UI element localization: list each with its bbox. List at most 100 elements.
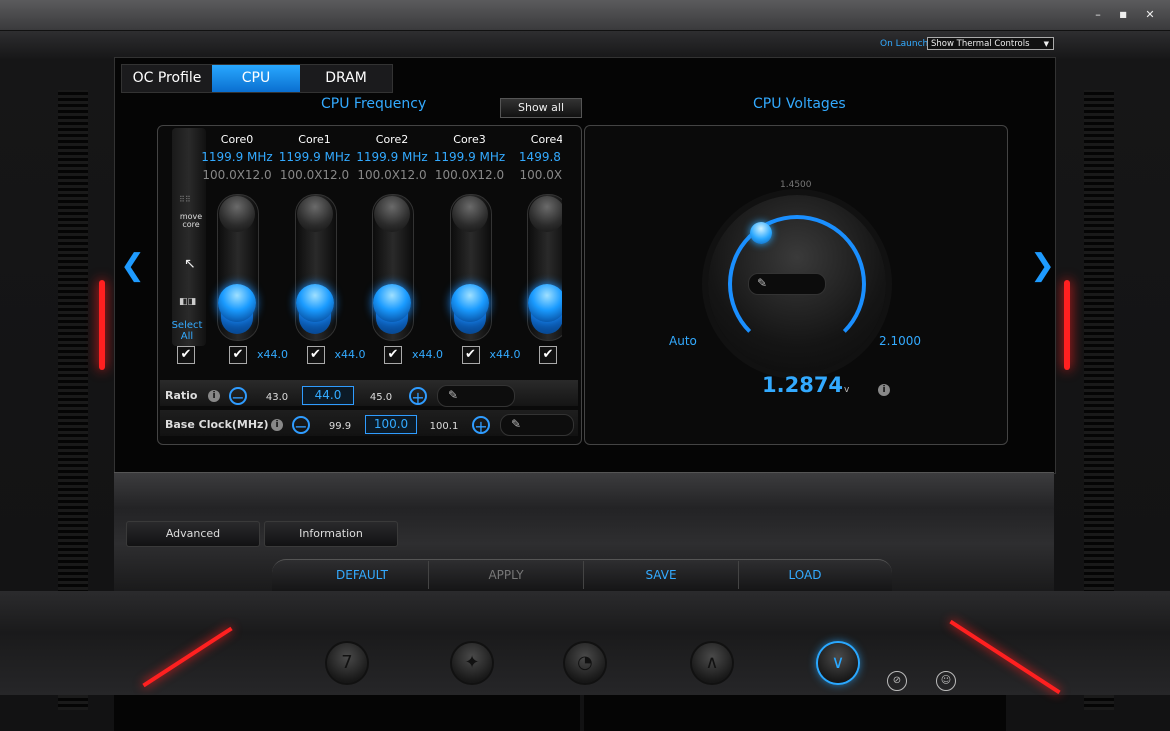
save-button[interactable]: SAVE (585, 559, 737, 591)
close-button[interactable]: ✕ (1140, 6, 1160, 24)
core-name: Core1 (298, 133, 331, 146)
advanced-button[interactable]: Advanced (126, 521, 260, 547)
core-frequency: 1199.9 MHz (201, 150, 273, 164)
on-launch-label: On Launch (880, 39, 929, 49)
profile-7-icon[interactable]: 7 (327, 643, 367, 683)
core-name: Core3 (453, 133, 486, 146)
base-clock-row: Base Clock(MHz) i − 99.9 100.0 100.1 + ✎ (160, 410, 578, 436)
arrow-up-icon[interactable]: ∧ (692, 643, 732, 683)
core-frequency: 1199.9 MHz (278, 150, 351, 164)
prev-page-icon[interactable]: ❮ (120, 248, 145, 283)
right-red-glow (1064, 280, 1070, 370)
voltage-auto-label[interactable]: Auto (669, 334, 697, 348)
load-button[interactable]: LOAD (740, 559, 870, 591)
base-clock-edit-field[interactable]: ✎ (500, 414, 574, 436)
left-red-glow (99, 280, 105, 370)
core-slider-top-knob (529, 196, 562, 232)
arrow-down-icon[interactable]: ∨ (818, 643, 858, 683)
on-launch-selected: Show Thermal Controls (931, 39, 1030, 49)
move-core-label: move core (179, 212, 203, 229)
arrows-lr-icon[interactable]: ◧◨ (179, 297, 196, 307)
core-checkbox[interactable]: ✔ (384, 346, 402, 364)
core-name: Core0 (220, 133, 254, 146)
cpu-frequency-title: CPU Frequency (321, 96, 427, 112)
support-icon[interactable]: ⊘ (887, 671, 907, 691)
on-launch-select[interactable]: Show Thermal Controls ▼ (927, 37, 1054, 50)
core-checkbox[interactable]: ✔ (229, 346, 247, 364)
core-multiplier: x44.0 (412, 348, 444, 361)
core-slider-top-knob (374, 196, 410, 232)
minimize-button[interactable]: – (1088, 6, 1108, 24)
tab-bar: OC Profile CPU DRAM (121, 64, 393, 93)
pen-icon: ✎ (448, 388, 459, 402)
ratio-value-input[interactable]: 44.0 (302, 386, 354, 405)
ratio-label: Ratio (165, 389, 198, 402)
core-slider-knob[interactable] (295, 284, 334, 322)
voltage-max-value: 2.1000 (879, 334, 921, 348)
core-multiplier: x44.0 (257, 348, 289, 361)
core-frequency: 1499.8 M (518, 150, 562, 164)
voltage-unit: v (844, 385, 850, 395)
core-checkbox[interactable]: ✔ (539, 346, 557, 364)
background-ghost-left (114, 695, 580, 731)
information-button[interactable]: Information (264, 521, 398, 547)
core-slider-knob[interactable] (528, 284, 562, 322)
core-checkbox[interactable]: ✔ (306, 346, 325, 364)
core-frequency: 1199.9 MHz (433, 150, 506, 164)
core-slider-top-knob (219, 196, 255, 232)
core-ratio: 100.0X12.0 (357, 168, 427, 182)
select-all-checkbox[interactable]: ✔ (177, 346, 195, 364)
pen-icon: ✎ (757, 276, 768, 290)
core-ratio: 100.0X12.0 (434, 168, 505, 182)
core-slider-knob[interactable] (218, 284, 256, 322)
core-slider-top-knob (451, 196, 488, 232)
ratio-info-icon[interactable]: i (208, 390, 220, 402)
voltage-top-value: 1.4500 (780, 180, 812, 190)
tab-cpu[interactable]: CPU (212, 65, 300, 92)
voltage-edit-field[interactable]: ✎ (748, 273, 826, 295)
core-slider-top-knob (296, 196, 333, 232)
core-name: Core4 (530, 133, 562, 146)
base-clock-plus-button[interactable]: + (472, 416, 490, 435)
tweak-icon[interactable]: ✦ (452, 643, 492, 683)
title-bar: – ■ ✕ (0, 0, 1170, 31)
core-grid-icon: ⠿⠿ (179, 195, 191, 204)
update-icon[interactable]: ☺ (936, 671, 956, 691)
show-all-button[interactable]: Show all (500, 98, 582, 118)
base-clock-info-icon[interactable]: i (271, 419, 283, 431)
core-frequency: 1199.9 MHz (356, 150, 428, 164)
apply-button[interactable]: APPLY (430, 559, 582, 591)
dropdown-arrow-icon: ▼ (1043, 40, 1049, 48)
core-multiplier: x44.0 (334, 348, 366, 361)
ratio-edit-field[interactable]: ✎ (437, 385, 515, 407)
ratio-row: Ratio i − 43.0 44.0 45.0 + ✎ (160, 380, 578, 407)
core-slider-knob[interactable] (373, 284, 411, 322)
base-clock-min-value: 99.9 (328, 421, 352, 432)
default-button[interactable]: DEFAULT (297, 559, 427, 591)
maximize-button[interactable]: ■ (1113, 6, 1133, 24)
voltage-current-value: 1.2874 (762, 373, 844, 397)
core-checkbox[interactable]: ✔ (461, 346, 480, 364)
tab-oc-profile[interactable]: OC Profile (122, 65, 212, 92)
voltage-dial-knob[interactable] (750, 222, 772, 244)
next-page-icon[interactable]: ❯ (1030, 248, 1055, 283)
core-ratio: 100.0X12.0 (279, 168, 350, 182)
cpu-voltages-title: CPU Voltages (753, 96, 846, 112)
ratio-max-value: 45.0 (369, 392, 393, 403)
action-separator (738, 561, 739, 589)
action-separator (428, 561, 429, 589)
base-clock-label: Base Clock(MHz) (165, 418, 269, 431)
core-slider-knob[interactable] (450, 284, 489, 322)
action-separator (583, 561, 584, 589)
select-all-label[interactable]: Select All (170, 320, 204, 342)
core-column: Core4 1499.8 M 100.0X1! ✔ (508, 128, 562, 368)
wifi-icon[interactable]: ◔ (565, 643, 605, 683)
pen-icon: ✎ (511, 417, 522, 431)
tab-dram[interactable]: DRAM (300, 65, 392, 92)
base-clock-max-value: 100.1 (429, 421, 459, 432)
base-clock-minus-button[interactable]: − (292, 416, 310, 435)
voltage-info-icon[interactable]: i (878, 384, 890, 396)
ratio-plus-button[interactable]: + (409, 387, 427, 406)
base-clock-value-input[interactable]: 100.0 (365, 415, 417, 434)
ratio-minus-button[interactable]: − (229, 387, 247, 406)
